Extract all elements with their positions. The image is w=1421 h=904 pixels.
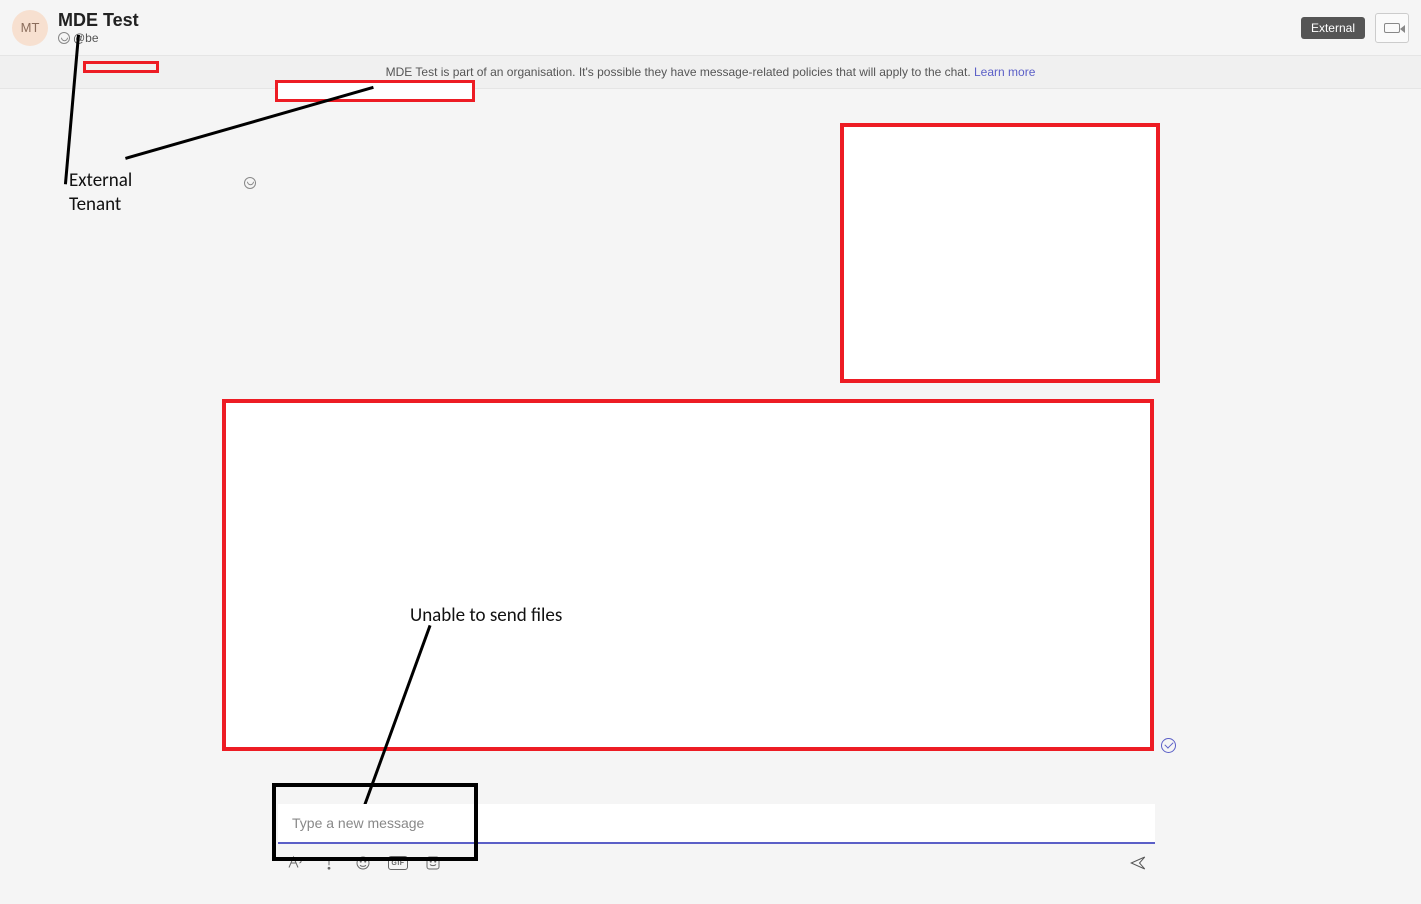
video-call-button[interactable] <box>1375 13 1409 43</box>
annotation-box-compose <box>272 783 478 861</box>
redaction-box-message-2 <box>222 399 1154 751</box>
header-info: MDE Test @be <box>58 10 139 46</box>
learn-more-link[interactable]: Learn more <box>974 65 1035 79</box>
chat-title: MDE Test <box>58 10 139 32</box>
annotation-unable-to-send: Unable to send files <box>410 604 562 628</box>
avatar: MT <box>12 10 48 46</box>
redaction-box-email <box>83 61 159 73</box>
presence-away-icon <box>58 32 70 44</box>
chat-area: External Tenant Unable to send files GIF <box>0 89 1421 900</box>
annotation-external-tenant: External Tenant <box>69 169 132 217</box>
redaction-box-message-sender <box>275 80 475 102</box>
annotation-line-2 <box>125 86 374 160</box>
send-button[interactable] <box>1129 854 1147 872</box>
header-subtitle: @be <box>58 31 139 45</box>
redaction-box-message-1 <box>840 123 1160 383</box>
policy-info-text: MDE Test is part of an organisation. It'… <box>386 65 971 79</box>
video-icon <box>1384 23 1400 33</box>
delivered-icon <box>1161 738 1176 753</box>
policy-info-bar: MDE Test is part of an organisation. It'… <box>0 56 1421 89</box>
header-actions <box>1375 13 1409 43</box>
chat-header: MT MDE Test @be External <box>0 0 1421 56</box>
message-presence-icon <box>244 173 260 189</box>
external-badge: External <box>1301 17 1365 39</box>
